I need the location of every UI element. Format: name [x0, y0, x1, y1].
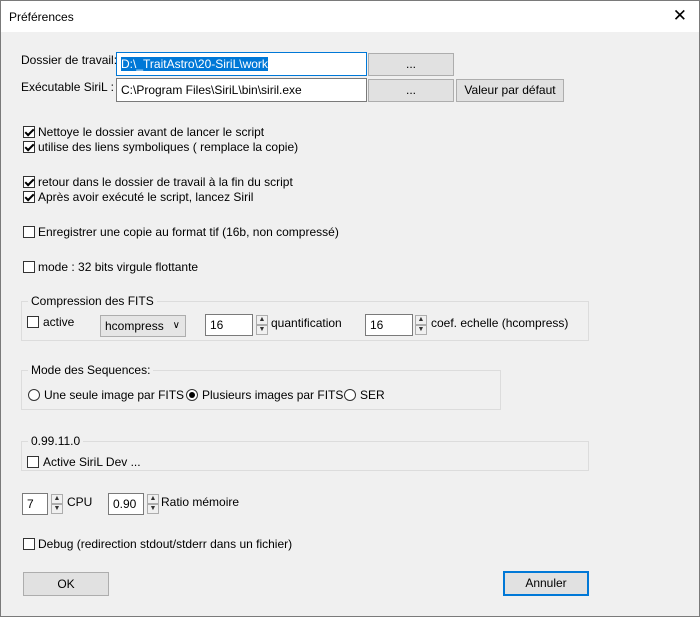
launch-siril-checkbox[interactable]: [23, 191, 35, 203]
scale-coef-input[interactable]: 16: [365, 314, 413, 336]
cancel-button[interactable]: Annuler: [503, 571, 589, 596]
workdir-browse-button[interactable]: ...: [368, 53, 454, 76]
workdir-input[interactable]: D:\_TraitAstro\20-SiriL\work: [116, 52, 367, 76]
symlinks-label: utilise des liens symboliques ( remplace…: [38, 140, 299, 154]
spin-down-icon[interactable]: ▼: [256, 325, 268, 335]
scale-coef-label: coef. echelle (hcompress): [431, 316, 569, 330]
single-image-label: Une seule image par FITS: [44, 388, 185, 402]
chevron-down-icon: ∨: [172, 320, 180, 331]
cpu-input[interactable]: 7: [22, 493, 48, 515]
compression-method-select[interactable]: hcompress ∨: [100, 315, 186, 337]
compression-method-value: hcompress: [105, 319, 164, 333]
memory-ratio-spinner[interactable]: ▲ ▼: [147, 494, 159, 514]
save-tif-label: Enregistrer une copie au format tif (16b…: [38, 225, 339, 239]
spin-down-icon[interactable]: ▼: [147, 504, 159, 514]
workdir-value: D:\_TraitAstro\20-SiriL\work: [121, 57, 268, 71]
spin-down-icon[interactable]: ▼: [51, 504, 63, 514]
workdir-label: Dossier de travail:: [21, 53, 118, 67]
memory-ratio-label: Ratio mémoire: [161, 495, 240, 509]
cpu-label: CPU: [67, 495, 93, 509]
spin-down-icon[interactable]: ▼: [415, 325, 427, 335]
dialog-title: Préférences: [9, 10, 74, 24]
default-value-button[interactable]: Valeur par défaut: [456, 79, 564, 102]
spin-up-icon[interactable]: ▲: [415, 315, 427, 325]
quantification-label: quantification: [271, 316, 342, 330]
quantification-spinner[interactable]: ▲ ▼: [256, 315, 268, 335]
symlinks-checkbox[interactable]: [23, 141, 35, 153]
dev-label: Active SiriL Dev ...: [43, 455, 141, 469]
cpu-spinner[interactable]: ▲ ▼: [51, 494, 63, 514]
clean-dir-checkbox[interactable]: [23, 126, 35, 138]
close-icon[interactable]: ✕: [673, 6, 687, 26]
dev-checkbox[interactable]: [27, 456, 39, 468]
scale-coef-spinner[interactable]: ▲ ▼: [415, 315, 427, 335]
sequence-mode-title: Mode des Sequences:: [28, 363, 154, 377]
ser-label: SER: [360, 388, 385, 402]
exe-input[interactable]: C:\Program Files\SiriL\bin\siril.exe: [116, 78, 367, 102]
compression-group-title: Compression des FITS: [28, 294, 157, 308]
version-label: 0.99.11.0: [28, 434, 84, 448]
compression-active-label: active: [43, 315, 75, 329]
spin-up-icon[interactable]: ▲: [147, 494, 159, 504]
multi-image-radio[interactable]: [186, 389, 198, 401]
ser-radio[interactable]: [344, 389, 356, 401]
return-dir-checkbox[interactable]: [23, 176, 35, 188]
exe-label: Exécutable SiriL :: [21, 80, 114, 94]
single-image-radio[interactable]: [28, 389, 40, 401]
multi-image-label: Plusieurs images par FITS: [202, 388, 344, 402]
return-dir-label: retour dans le dossier de travail à la f…: [38, 175, 293, 189]
preferences-dialog: Préférences ✕ Dossier de travail: D:\_Tr…: [0, 0, 700, 617]
debug-checkbox[interactable]: [23, 538, 35, 550]
spin-up-icon[interactable]: ▲: [256, 315, 268, 325]
mode32-label: mode : 32 bits virgule flottante: [38, 260, 199, 274]
save-tif-checkbox[interactable]: [23, 226, 35, 238]
debug-label: Debug (redirection stdout/stderr dans un…: [38, 537, 293, 551]
launch-siril-label: Après avoir exécuté le script, lancez Si…: [38, 190, 254, 204]
mode32-checkbox[interactable]: [23, 261, 35, 273]
title-bar: Préférences ✕: [1, 1, 699, 32]
clean-dir-label: Nettoye le dossier avant de lancer le sc…: [38, 125, 265, 139]
ok-button[interactable]: OK: [23, 572, 109, 596]
quantification-input[interactable]: 16: [205, 314, 253, 336]
spin-up-icon[interactable]: ▲: [51, 494, 63, 504]
memory-ratio-input[interactable]: 0.90: [108, 493, 144, 515]
compression-active-checkbox[interactable]: [27, 316, 39, 328]
exe-browse-button[interactable]: ...: [368, 79, 454, 102]
